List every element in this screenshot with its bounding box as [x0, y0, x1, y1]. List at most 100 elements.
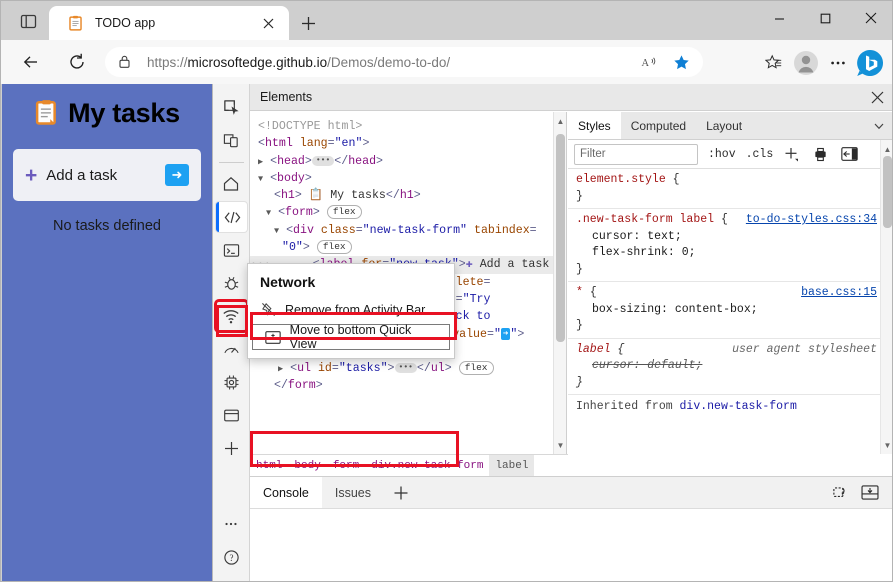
- collections-icon[interactable]: [758, 47, 790, 79]
- help-question-icon[interactable]: ?: [216, 542, 247, 572]
- css-origin-link[interactable]: base.css:15: [801, 285, 877, 302]
- breadcrumb-item-active[interactable]: label: [489, 454, 535, 477]
- dom-line[interactable]: ▼ <div class="new-task-form" tabindex=: [250, 222, 566, 239]
- page-title: My tasks: [2, 98, 212, 129]
- welcome-home-icon[interactable]: [216, 169, 247, 199]
- cls-toggle[interactable]: .cls: [746, 148, 774, 161]
- submit-task-button[interactable]: ➜: [165, 164, 189, 186]
- reload-button[interactable]: [61, 46, 93, 78]
- scrollbar-thumb[interactable]: [556, 134, 565, 342]
- profile-avatar-icon[interactable]: [790, 47, 822, 79]
- new-task-form[interactable]: + Add a task ➜: [13, 149, 201, 201]
- sidebar-item-elements[interactable]: [215, 202, 247, 232]
- css-declaration[interactable]: flex-shrink: 0;: [592, 246, 696, 259]
- move-to-bottom-icon: [263, 330, 283, 344]
- tab-computed[interactable]: Computed: [621, 112, 696, 139]
- tab-issues[interactable]: Issues: [322, 477, 384, 508]
- address-bar-url: https://microsoftedge.github.io/Demos/de…: [147, 55, 450, 70]
- scroll-up-arrow-icon[interactable]: ▲: [554, 114, 566, 128]
- close-icon[interactable]: [257, 12, 279, 34]
- css-rule[interactable]: .new-task-form label { to-do-styles.css:…: [568, 209, 892, 282]
- menu-item-move-to-bottom-quick-view[interactable]: Move to bottom Quick View: [252, 323, 450, 351]
- menu-item-label: Remove from Activity Bar: [285, 302, 426, 317]
- hov-toggle[interactable]: :hov: [708, 148, 736, 161]
- scroll-down-arrow-icon[interactable]: ▼: [881, 438, 892, 452]
- styles-pane: Styles Computed Layout Filter :hov .cls: [568, 112, 892, 454]
- maximize-button[interactable]: [802, 1, 848, 35]
- dom-line[interactable]: </form>: [250, 377, 566, 394]
- tab-styles[interactable]: Styles: [568, 112, 621, 139]
- read-aloud-icon[interactable]: A: [633, 46, 665, 78]
- css-selector[interactable]: element.style: [576, 173, 666, 186]
- dom-line[interactable]: ▼ <body>: [250, 170, 566, 187]
- scroll-down-arrow-icon[interactable]: ▼: [554, 438, 566, 452]
- breadcrumb-item[interactable]: html: [250, 455, 288, 477]
- css-selector[interactable]: .new-task-form label: [576, 213, 714, 226]
- dom-tree-scrollbar[interactable]: ▲ ▼: [553, 112, 566, 454]
- scrollbar-thumb[interactable]: [883, 156, 892, 228]
- minimize-button[interactable]: [756, 1, 802, 35]
- more-options-icon[interactable]: [822, 47, 854, 79]
- devtools-activity-bar: ?: [213, 84, 250, 581]
- dom-line[interactable]: ▶ <ul id="tasks"> ••• </ul> flex: [250, 360, 566, 377]
- bing-copilot-icon[interactable]: [854, 47, 886, 79]
- activitybar-more-options-icon[interactable]: [216, 509, 247, 539]
- dock-to-bottom-icon[interactable]: [855, 478, 885, 508]
- divider: [218, 162, 244, 163]
- css-origin-text[interactable]: base.css:15: [801, 286, 877, 299]
- console-terminal-icon[interactable]: [216, 235, 247, 265]
- address-bar[interactable]: https://microsoftedge.github.io/Demos/de…: [105, 47, 703, 77]
- network-context-menu: Network Remove from Activity Bar Move to…: [247, 263, 455, 359]
- add-tool-plus-icon[interactable]: [216, 433, 247, 463]
- dom-line[interactable]: <html lang="en">: [250, 135, 566, 152]
- memory-chip-icon[interactable]: [216, 367, 247, 397]
- application-window-icon[interactable]: [216, 400, 247, 430]
- breadcrumb-item[interactable]: form: [327, 455, 365, 477]
- tab-layout[interactable]: Layout: [696, 112, 752, 139]
- svg-text:?: ?: [229, 552, 233, 562]
- css-rules-list[interactable]: element.style { } .new-task-form label {…: [568, 169, 892, 453]
- dom-line[interactable]: <!DOCTYPE html>: [250, 118, 566, 135]
- inspect-element-icon[interactable]: [216, 92, 247, 122]
- css-selector[interactable]: *: [576, 286, 583, 299]
- styles-filter-input[interactable]: Filter: [574, 143, 698, 165]
- breadcrumb-item[interactable]: body: [288, 455, 326, 477]
- tab-search-icon[interactable]: [13, 8, 43, 34]
- tab-title: TODO app: [95, 16, 156, 30]
- css-declaration[interactable]: box-sizing: content-box;: [592, 303, 758, 316]
- sources-debugger-icon[interactable]: [216, 268, 247, 298]
- browser-tab[interactable]: TODO app: [49, 6, 289, 40]
- scroll-up-arrow-icon[interactable]: ▲: [881, 142, 892, 156]
- performance-gauge-icon[interactable]: [216, 334, 247, 364]
- chevron-down-icon[interactable]: [865, 112, 892, 139]
- context-menu-title: Network: [260, 274, 316, 290]
- console-output-area[interactable]: [250, 509, 892, 581]
- sidebar-item-network[interactable]: [213, 299, 249, 333]
- menu-item-remove-from-activity-bar[interactable]: Remove from Activity Bar: [248, 297, 454, 322]
- printer-icon[interactable]: [809, 143, 831, 165]
- css-origin-link[interactable]: to-do-styles.css:34: [746, 212, 877, 229]
- dom-line[interactable]: ▼ <form> flex: [250, 204, 566, 221]
- drawer-add-tool-plus-icon[interactable]: [384, 477, 418, 508]
- new-tab-button[interactable]: [295, 10, 321, 36]
- css-declaration[interactable]: cursor: text;: [592, 230, 682, 243]
- css-rule[interactable]: * { base.css:15 box-sizing: content-box;…: [568, 282, 892, 339]
- new-style-rule-plus-icon[interactable]: [780, 143, 802, 165]
- close-button[interactable]: [848, 1, 892, 35]
- css-rule[interactable]: element.style { }: [568, 169, 892, 209]
- device-emulation-icon[interactable]: [216, 125, 247, 155]
- css-origin-text[interactable]: to-do-styles.css:34: [746, 213, 877, 226]
- css-selector: label: [576, 342, 611, 356]
- styles-scrollbar[interactable]: ▲ ▼: [880, 140, 892, 454]
- toggle-sidebar-icon[interactable]: [838, 143, 860, 165]
- tab-console[interactable]: Console: [250, 477, 322, 508]
- devtools-close-icon[interactable]: [861, 84, 892, 110]
- dom-line[interactable]: <h1> 📋 My tasks</h1>: [250, 187, 566, 204]
- dom-line[interactable]: ▶ <head> ••• </head>: [250, 153, 566, 170]
- restore-drawer-icon[interactable]: [825, 478, 855, 508]
- toolbar-right-actions: [758, 47, 886, 79]
- breadcrumb-item[interactable]: div.new-task-form: [365, 455, 489, 477]
- dom-line[interactable]: "0"> flex: [250, 239, 566, 256]
- back-button[interactable]: [15, 46, 47, 78]
- star-filled-icon[interactable]: [665, 46, 697, 78]
